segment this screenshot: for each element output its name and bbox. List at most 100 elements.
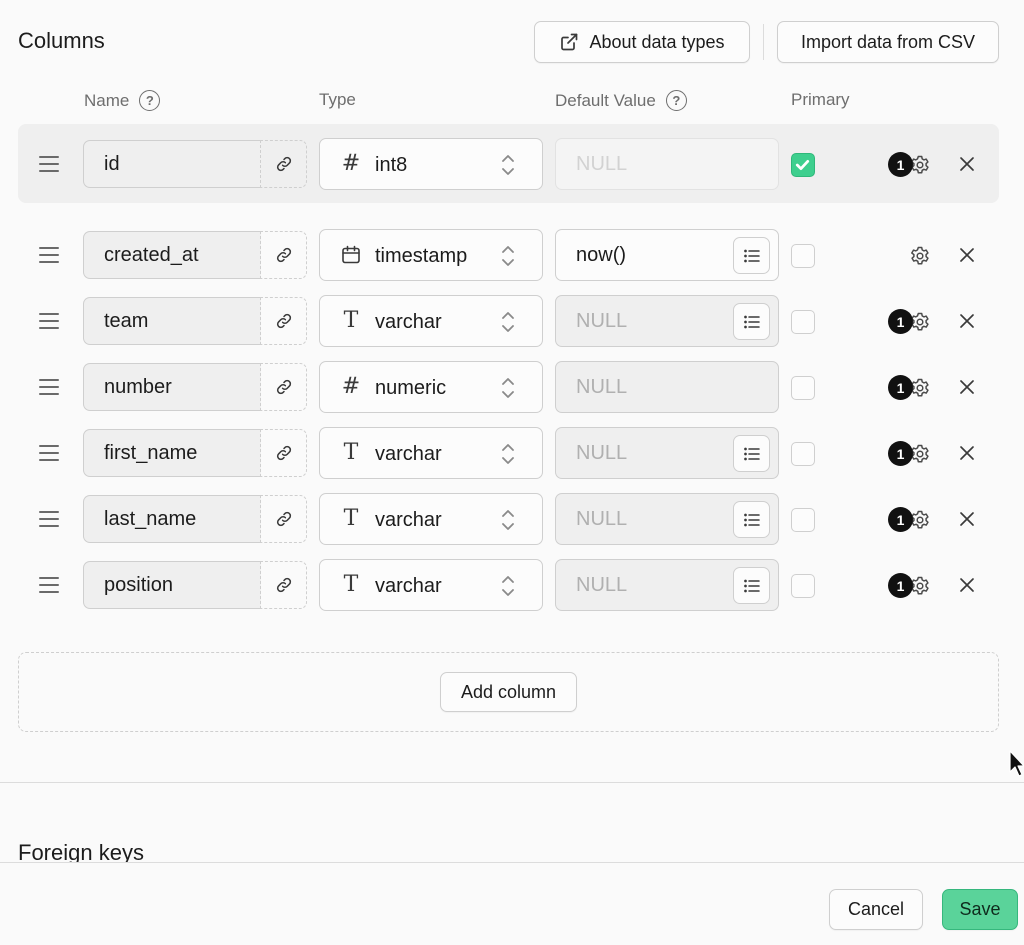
foreign-key-link-button[interactable] bbox=[260, 495, 307, 543]
column-header-primary: Primary bbox=[791, 90, 850, 110]
drag-handle-icon[interactable] bbox=[39, 156, 59, 174]
column-row-team: team T varchar NULL 1 bbox=[0, 295, 1024, 349]
list-icon bbox=[743, 447, 760, 460]
foreign-key-link-button[interactable] bbox=[260, 231, 307, 279]
hash-icon: # bbox=[341, 151, 361, 176]
drag-handle-icon[interactable] bbox=[39, 577, 59, 595]
gear-icon[interactable] bbox=[908, 244, 932, 268]
column-type-select[interactable]: timestamp bbox=[319, 229, 543, 281]
help-icon[interactable]: ? bbox=[665, 90, 687, 111]
default-value-placeholder: NULL bbox=[576, 309, 628, 332]
column-type-select[interactable]: # int8 bbox=[319, 138, 543, 190]
close-icon[interactable] bbox=[957, 154, 977, 174]
default-value-placeholder: NULL bbox=[576, 507, 628, 530]
primary-key-checkbox[interactable] bbox=[791, 153, 815, 177]
drag-handle-icon[interactable] bbox=[39, 445, 59, 463]
default-value-field[interactable]: NULL bbox=[555, 427, 779, 479]
foreign-key-link-button[interactable] bbox=[260, 561, 307, 609]
default-value-field[interactable]: NULL bbox=[555, 295, 779, 347]
foreign-key-link-button[interactable] bbox=[260, 363, 307, 411]
import-csv-label: Import data from CSV bbox=[800, 31, 976, 52]
calendar-icon bbox=[342, 245, 360, 264]
link-icon bbox=[276, 577, 291, 593]
default-suggestions-button[interactable] bbox=[733, 567, 770, 604]
default-value-field[interactable]: NULL bbox=[555, 361, 779, 413]
settings-count-badge: 1 bbox=[888, 573, 913, 598]
column-row-position: position T varchar NULL 1 bbox=[0, 559, 1024, 613]
close-icon[interactable] bbox=[957, 443, 977, 463]
default-value-field[interactable]: NULL bbox=[555, 559, 779, 611]
column-name-input[interactable]: last_name bbox=[83, 495, 261, 543]
column-header-type: Type bbox=[319, 90, 356, 110]
primary-key-checkbox[interactable] bbox=[791, 244, 815, 268]
add-column-button[interactable]: Add column bbox=[440, 672, 577, 712]
column-name-input[interactable]: id bbox=[83, 140, 261, 188]
column-name-input[interactable]: team bbox=[83, 297, 261, 345]
link-icon bbox=[276, 313, 291, 329]
section-title-columns: Columns bbox=[18, 28, 105, 53]
column-type-label: timestamp bbox=[375, 245, 468, 267]
primary-key-checkbox[interactable] bbox=[791, 442, 815, 466]
column-name-input[interactable]: created_at bbox=[83, 231, 261, 279]
default-value-placeholder: NULL bbox=[576, 573, 628, 596]
column-type-select[interactable]: T varchar bbox=[319, 295, 543, 347]
about-data-types-button[interactable]: About data types bbox=[534, 21, 750, 63]
foreign-key-link-button[interactable] bbox=[260, 297, 307, 345]
primary-key-checkbox[interactable] bbox=[791, 376, 815, 400]
list-icon bbox=[743, 579, 760, 592]
default-suggestions-button[interactable] bbox=[733, 237, 770, 274]
column-header-type-label: Type bbox=[319, 90, 356, 109]
settings-count-badge: 1 bbox=[888, 152, 913, 177]
close-icon[interactable] bbox=[957, 575, 977, 595]
primary-key-checkbox[interactable] bbox=[791, 574, 815, 598]
header-divider bbox=[763, 24, 764, 60]
hash-icon: # bbox=[341, 374, 361, 399]
settings-count-badge: 1 bbox=[888, 309, 913, 334]
close-icon[interactable] bbox=[957, 509, 977, 529]
chevron-up-down-icon bbox=[502, 510, 514, 530]
save-button[interactable]: Save bbox=[942, 889, 1018, 930]
column-type-select[interactable]: T varchar bbox=[319, 427, 543, 479]
drag-handle-icon[interactable] bbox=[39, 511, 59, 529]
column-name-input[interactable]: position bbox=[83, 561, 261, 609]
column-type-select[interactable]: # numeric bbox=[319, 361, 543, 413]
default-suggestions-button[interactable] bbox=[733, 303, 770, 340]
cancel-label: Cancel bbox=[847, 899, 905, 919]
chevron-up-down-icon bbox=[502, 378, 514, 398]
text-type-icon: T bbox=[343, 440, 359, 465]
drag-handle-icon[interactable] bbox=[39, 313, 59, 331]
default-suggestions-button[interactable] bbox=[733, 435, 770, 472]
column-row-id: id # int8 NULL 1 bbox=[0, 138, 1024, 192]
close-icon[interactable] bbox=[957, 245, 977, 265]
foreign-key-link-button[interactable] bbox=[260, 140, 307, 188]
text-type-icon: T bbox=[343, 308, 359, 333]
drag-handle-icon[interactable] bbox=[39, 379, 59, 397]
check-icon bbox=[795, 159, 810, 171]
help-icon[interactable]: ? bbox=[139, 90, 161, 111]
close-icon[interactable] bbox=[957, 377, 977, 397]
default-value-field[interactable]: NULL bbox=[555, 493, 779, 545]
column-type-select[interactable]: T varchar bbox=[319, 493, 543, 545]
section-divider bbox=[0, 782, 1024, 783]
column-type-label: varchar bbox=[375, 443, 442, 465]
link-icon bbox=[276, 247, 291, 263]
list-icon bbox=[743, 315, 760, 328]
cancel-button[interactable]: Cancel bbox=[829, 889, 923, 930]
column-type-label: numeric bbox=[375, 377, 447, 399]
default-suggestions-button[interactable] bbox=[733, 501, 770, 538]
default-value-field[interactable]: now() bbox=[555, 229, 779, 281]
primary-key-checkbox[interactable] bbox=[791, 310, 815, 334]
import-csv-button[interactable]: Import data from CSV bbox=[777, 21, 999, 63]
column-header-default-label: Default Value bbox=[555, 90, 656, 110]
add-column-label: Add column bbox=[460, 681, 557, 702]
column-name-input[interactable]: number bbox=[83, 363, 261, 411]
column-type-select[interactable]: T varchar bbox=[319, 559, 543, 611]
drag-handle-icon[interactable] bbox=[39, 247, 59, 265]
close-icon[interactable] bbox=[957, 311, 977, 331]
chevron-up-down-icon bbox=[502, 444, 514, 464]
primary-key-checkbox[interactable] bbox=[791, 508, 815, 532]
column-name-input[interactable]: first_name bbox=[83, 429, 261, 477]
column-row-number: number # numeric NULL 1 bbox=[0, 361, 1024, 415]
link-icon bbox=[276, 511, 291, 527]
foreign-key-link-button[interactable] bbox=[260, 429, 307, 477]
